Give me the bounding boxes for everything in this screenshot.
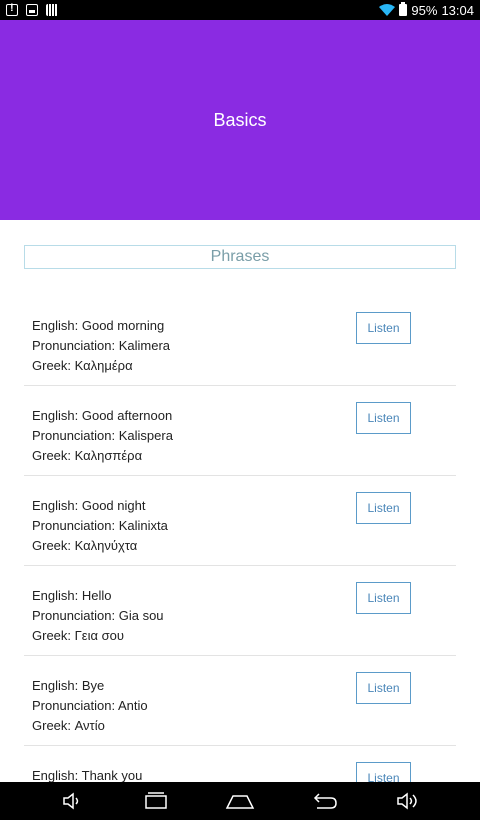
listen-button[interactable]: Listen (356, 762, 411, 782)
english-text: English: Good afternoon (32, 408, 173, 423)
volume-down-icon[interactable] (57, 790, 87, 812)
listen-button[interactable]: Listen (356, 402, 411, 434)
image-notification-icon (26, 4, 38, 16)
clock: 13:04 (441, 2, 474, 18)
storage-notification-icon (46, 4, 58, 16)
pronunciation-text: Pronunciation: Gia sou (32, 608, 164, 623)
status-left (6, 2, 58, 16)
phrase-text: English: Hello Pronunciation: Gia sou Gr… (32, 586, 164, 646)
phrase-text: English: Bye Pronunciation: Antio Greek:… (32, 676, 148, 736)
phrase-list[interactable]: English: Good morning Pronunciation: Kal… (24, 296, 456, 782)
list-item: English: Hello Pronunciation: Gia sou Gr… (24, 566, 456, 656)
alert-notification-icon (6, 2, 18, 16)
listen-button[interactable]: Listen (356, 672, 411, 704)
back-icon[interactable] (309, 790, 339, 812)
section-title: Phrases (210, 248, 270, 265)
wifi-icon (379, 4, 396, 16)
section-header: Phrases (24, 245, 456, 269)
list-item: English: Bye Pronunciation: Antio Greek:… (24, 656, 456, 746)
battery-icon (399, 2, 408, 16)
phrase-text: English: Thank you (32, 766, 142, 782)
greek-text: Greek: Καληνύχτα (32, 538, 138, 553)
recent-apps-icon[interactable] (141, 790, 171, 812)
english-text: English: Thank you (32, 768, 143, 782)
greek-text: Greek: Καλημέρα (32, 358, 133, 373)
status-bar: 95% 13:04 (0, 0, 480, 20)
pronunciation-text: Pronunciation: Kalimera (32, 338, 171, 353)
english-text: English: Bye (32, 678, 105, 693)
system-nav-bar (0, 782, 480, 820)
home-icon[interactable] (225, 790, 255, 812)
phrase-text: English: Good morning Pronunciation: Kal… (32, 316, 170, 376)
list-item: English: Good afternoon Pronunciation: K… (24, 386, 456, 476)
phrase-text: English: Good night Pronunciation: Kalin… (32, 496, 168, 556)
list-item: English: Good morning Pronunciation: Kal… (24, 296, 456, 386)
pronunciation-text: Pronunciation: Kalinixta (32, 518, 168, 533)
greek-text: Greek: Καλησπέρα (32, 448, 143, 463)
greek-text: Greek: Γεια σου (32, 628, 124, 643)
greek-text: Greek: Αντίο (32, 718, 105, 733)
listen-button[interactable]: Listen (356, 312, 411, 344)
page-title: Basics (213, 109, 267, 130)
english-text: English: Good night (32, 498, 146, 513)
listen-button[interactable]: Listen (356, 492, 411, 524)
volume-up-icon[interactable] (393, 790, 423, 812)
english-text: English: Hello (32, 588, 112, 603)
list-item: English: Thank you Listen (24, 746, 456, 782)
listen-button[interactable]: Listen (356, 582, 411, 614)
battery-percent: 95% (411, 2, 438, 18)
pronunciation-text: Pronunciation: Antio (32, 698, 148, 713)
status-right: 95% 13:04 (379, 2, 474, 18)
app-header: Basics (0, 20, 480, 220)
phrase-text: English: Good afternoon Pronunciation: K… (32, 406, 173, 466)
list-item: English: Good night Pronunciation: Kalin… (24, 476, 456, 566)
pronunciation-text: Pronunciation: Kalispera (32, 428, 173, 443)
english-text: English: Good morning (32, 318, 165, 333)
